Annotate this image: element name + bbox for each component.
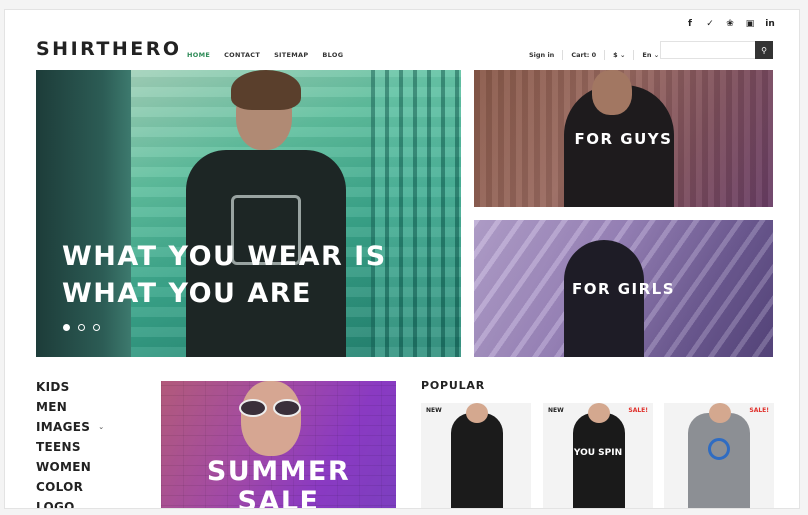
category-label: WOMEN [36,460,92,474]
chevron-down-icon: ⌄ [653,51,660,59]
hero-gate [371,70,461,357]
category-logo[interactable]: LOGO [36,497,104,509]
for-girls-banner[interactable]: FOR GIRLS [474,220,773,357]
category-list: KIDS MEN IMAGES ⌄ TEENS WOMEN COLOR LOGO [36,377,104,509]
sale-badge: SALE! [749,407,769,414]
summer-sale-banner[interactable]: SUMMER SALE [161,381,396,509]
for-guys-banner[interactable]: FOR GUYS [474,70,773,207]
twitter-icon[interactable]: ✓ [705,18,715,30]
search-box: ⚲ [660,41,773,59]
popular-heading: POPULAR [421,379,485,392]
facebook-icon[interactable]: f [685,18,695,30]
summer-model-face [241,381,301,456]
hero-line-1: WHAT YOU WEAR IS [62,241,387,272]
category-label: COLOR [36,480,84,494]
page-frame: f ✓ ❀ ▣ in SHIRTHERO HOME CONTACT SITEMA… [4,9,800,509]
cart-link[interactable]: Cart: 0 [563,50,606,60]
search-input[interactable] [660,41,755,59]
hero-phone-booth [36,70,131,357]
currency-select[interactable]: $ ⌄ [605,50,635,60]
hero-slider[interactable]: WHAT YOU WEAR IS WHAT YOU ARE [36,70,461,357]
new-badge: NEW [548,407,564,414]
product-image [573,413,625,508]
category-teens[interactable]: TEENS [36,437,104,457]
slider-dots [63,324,100,331]
nav-blog[interactable]: BLOG [322,51,343,59]
product-model-head [588,403,610,423]
language-value: En [642,51,652,59]
nav-contact[interactable]: CONTACT [224,51,260,59]
sunglasses [239,399,303,417]
summer-line-2: SALE [237,486,320,509]
hero-headline: WHAT YOU WEAR IS WHAT YOU ARE [62,238,387,312]
girls-model [564,240,644,357]
for-girls-label: FOR GIRLS [571,280,676,298]
category-images[interactable]: IMAGES ⌄ [36,417,104,437]
search-icon: ⚲ [761,45,767,55]
chevron-down-icon[interactable]: ⌄ [98,417,104,437]
summer-line-1: SUMMER [206,456,351,487]
hero-hair [231,70,301,110]
product-card[interactable]: NEW [421,403,531,508]
sign-in-link[interactable]: Sign in [529,50,564,60]
product-model-head [466,403,488,423]
product-image [451,413,503,508]
slider-dot-2[interactable] [78,324,85,331]
category-label: KIDS [36,380,70,394]
sale-badge: SALE! [628,407,648,414]
category-men[interactable]: MEN [36,397,104,417]
instagram-icon[interactable]: ▣ [745,18,755,30]
category-color[interactable]: COLOR [36,477,104,497]
slider-dot-3[interactable] [93,324,100,331]
nav-home[interactable]: HOME [187,51,210,59]
category-women[interactable]: WOMEN [36,457,104,477]
nav-sitemap[interactable]: SITEMAP [274,51,308,59]
category-label: IMAGES [36,420,91,434]
hero-line-2: WHAT YOU ARE [62,278,312,309]
main-nav: HOME CONTACT SITEMAP BLOG [187,51,343,59]
product-print-text: YOU SPIN [573,448,623,458]
category-label: LOGO [36,500,75,509]
slider-dot-1[interactable] [63,324,70,331]
category-label: TEENS [36,440,81,454]
product-card[interactable]: SALE! [664,403,774,508]
currency-value: $ [613,51,618,59]
category-label: MEN [36,400,68,414]
hero-model [176,70,356,357]
social-links: f ✓ ❀ ▣ in [685,18,775,30]
pinterest-icon[interactable]: ❀ [725,18,735,30]
category-kids[interactable]: KIDS [36,377,104,397]
product-image [688,413,750,508]
product-print [708,438,730,460]
linkedin-icon[interactable]: in [765,18,775,30]
for-guys-label: FOR GUYS [574,130,673,148]
header-utilities: Sign in Cart: 0 $ ⌄ En ⌄ [529,50,667,60]
guys-head [592,70,632,115]
site-logo[interactable]: SHIRTHERO [36,38,182,60]
product-card[interactable]: YOU SPIN NEW SALE! [543,403,653,508]
chevron-down-icon: ⌄ [619,51,626,59]
new-badge: NEW [426,407,442,414]
product-model-head [709,403,731,423]
search-button[interactable]: ⚲ [755,41,773,59]
